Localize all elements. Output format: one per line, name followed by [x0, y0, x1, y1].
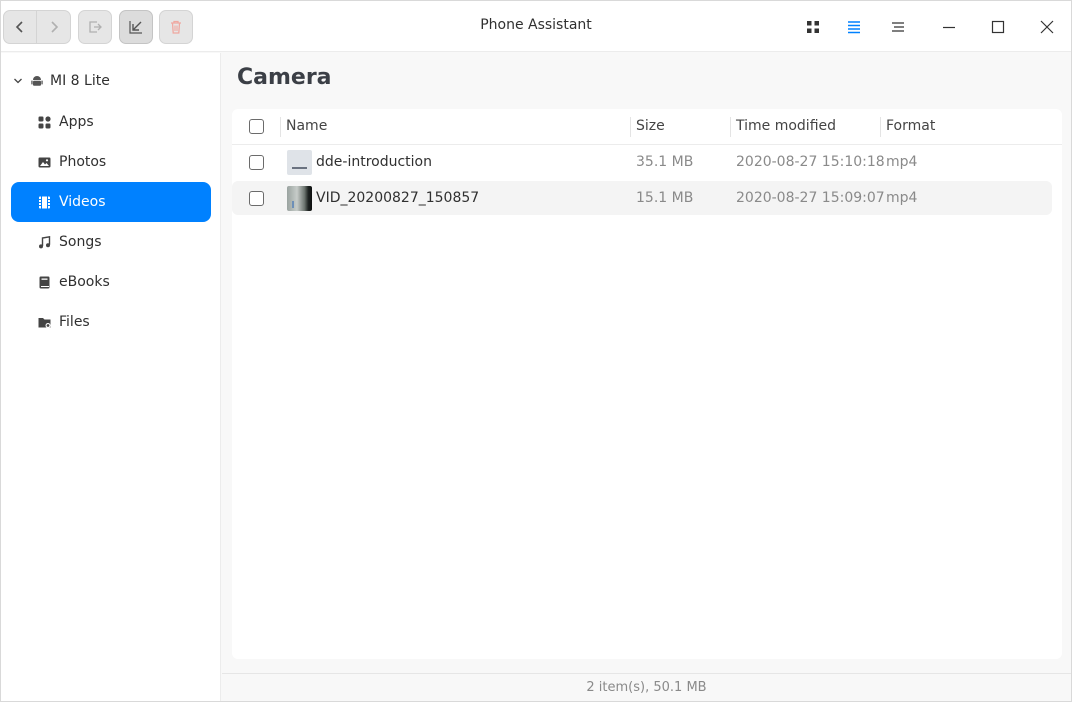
video-thumbnail — [287, 186, 312, 211]
app-window: Phone Assistant MI 8 Lite Apps Photos Vi… — [0, 0, 1072, 702]
list-icon — [848, 21, 860, 34]
sidebar-item-label: Photos — [59, 154, 107, 170]
file-time: 2020-08-27 15:10:18 — [736, 154, 885, 170]
android-icon — [31, 76, 43, 86]
file-time: 2020-08-27 15:09:07 — [736, 190, 885, 206]
file-name: dde-introduction — [316, 154, 432, 170]
column-header-size[interactable]: Size — [636, 118, 665, 134]
column-header-name[interactable]: Name — [286, 118, 327, 134]
file-format: mp4 — [886, 190, 918, 206]
select-all-checkbox[interactable] — [249, 119, 264, 134]
column-divider[interactable] — [880, 117, 881, 137]
sidebar: MI 8 Lite Apps Photos Videos Songs eBook… — [1, 53, 221, 701]
file-size: 15.1 MB — [636, 190, 694, 206]
sidebar-item-label: Videos — [59, 194, 106, 210]
close-icon — [1040, 20, 1054, 34]
sidebar-item-files[interactable]: Files — [11, 302, 211, 342]
row-checkbox[interactable] — [249, 191, 264, 206]
column-header-time[interactable]: Time modified — [736, 118, 836, 134]
table-row[interactable]: dde-introduction 35.1 MB 2020-08-27 15:1… — [232, 145, 1052, 179]
file-name: VID_20200827_150857 — [316, 190, 480, 206]
maximize-button[interactable] — [984, 13, 1012, 41]
menu-button[interactable] — [886, 15, 910, 39]
menu-icon — [892, 22, 904, 32]
title-bar: Phone Assistant — [1, 1, 1071, 52]
sidebar-item-videos[interactable]: Videos — [11, 182, 211, 222]
minimize-button[interactable] — [935, 13, 963, 41]
list-view-button[interactable] — [842, 15, 866, 39]
sidebar-item-label: eBooks — [59, 274, 110, 290]
book-icon — [39, 276, 50, 288]
photo-icon — [38, 157, 51, 167]
device-node[interactable]: MI 8 Lite — [13, 70, 110, 92]
column-divider[interactable] — [630, 117, 631, 137]
status-text: 2 item(s), 50.1 MB — [586, 680, 707, 695]
maximize-icon — [991, 20, 1005, 34]
sidebar-item-ebooks[interactable]: eBooks — [11, 262, 211, 302]
window-title: Phone Assistant — [480, 17, 592, 33]
table-header: Name Size Time modified Format — [232, 109, 1062, 145]
apps-icon — [38, 115, 51, 128]
status-bar: 2 item(s), 50.1 MB — [222, 673, 1071, 701]
sidebar-item-label: Files — [59, 314, 90, 330]
column-divider[interactable] — [730, 117, 731, 137]
icon-view-button[interactable] — [801, 15, 825, 39]
device-name: MI 8 Lite — [50, 73, 110, 89]
file-table: Name Size Time modified Format dde-intro… — [232, 109, 1062, 659]
close-button[interactable] — [1033, 13, 1061, 41]
file-size: 35.1 MB — [636, 154, 694, 170]
sidebar-item-songs[interactable]: Songs — [11, 222, 211, 262]
sidebar-item-photos[interactable]: Photos — [11, 142, 211, 182]
chevron-down-icon[interactable] — [13, 76, 23, 86]
page-title: Camera — [237, 65, 332, 90]
folder-icon — [38, 317, 51, 328]
file-format: mp4 — [886, 154, 918, 170]
music-note-icon — [39, 235, 51, 248]
video-icon — [39, 196, 50, 208]
grid-icon — [807, 21, 819, 33]
video-thumbnail — [287, 150, 312, 175]
column-header-format[interactable]: Format — [886, 118, 935, 134]
sidebar-item-label: Apps — [59, 114, 94, 130]
sidebar-item-label: Songs — [59, 234, 102, 250]
sidebar-item-apps[interactable]: Apps — [11, 102, 211, 142]
row-checkbox[interactable] — [249, 155, 264, 170]
table-row[interactable]: VID_20200827_150857 15.1 MB 2020-08-27 1… — [232, 181, 1052, 215]
column-divider — [280, 117, 281, 137]
minimize-icon — [943, 26, 955, 29]
